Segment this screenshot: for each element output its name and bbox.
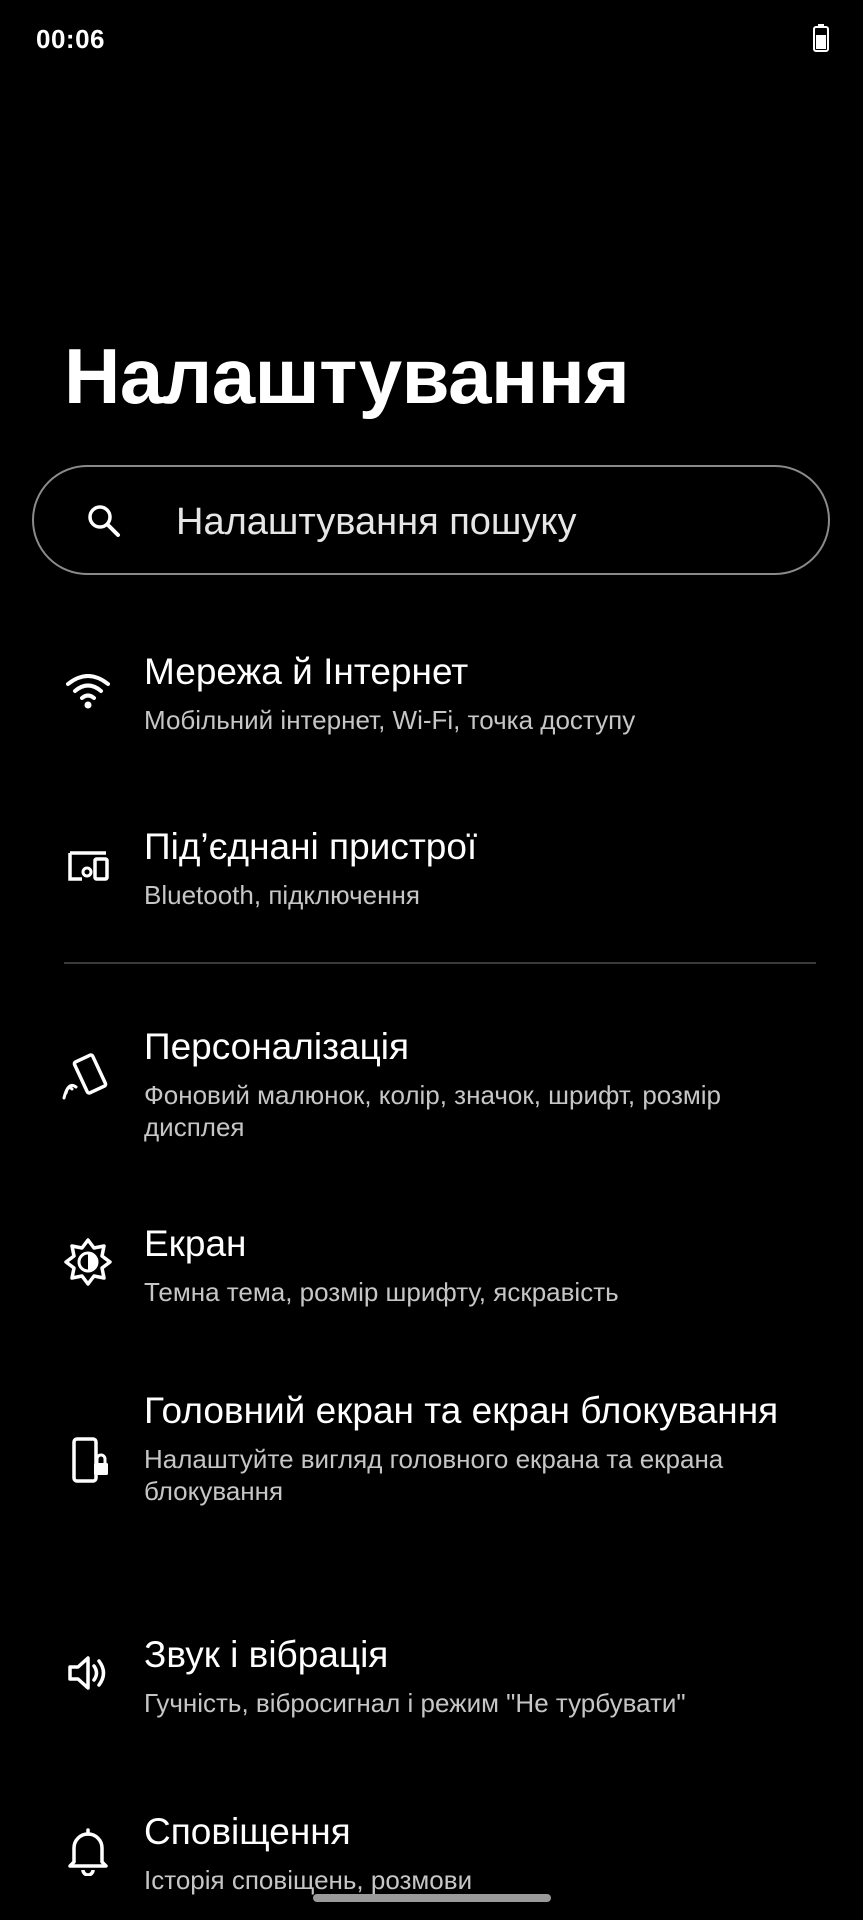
connected-devices-icon <box>68 851 109 881</box>
item-title: Звук і вібрація <box>144 1634 389 1675</box>
item-subtitle: Bluetooth, підключення <box>144 880 420 910</box>
status-bar: 00:06 <box>0 0 863 78</box>
gesture-nav-handle[interactable] <box>313 1894 551 1902</box>
item-subtitle: Історія сповіщень, розмови <box>144 1865 473 1895</box>
item-subtitle: Гучність, вібросигнал і режим "Не турбув… <box>144 1688 686 1718</box>
item-subtitle: Фоновий малюнок, колір, значок, шрифт, р… <box>144 1080 721 1142</box>
settings-item-display[interactable]: Екран Темна тема, розмір шрифту, яскраві… <box>0 1212 863 1312</box>
wifi-icon <box>66 674 110 709</box>
item-title: Сповіщення <box>144 1811 351 1852</box>
divider <box>64 962 816 964</box>
bell-icon <box>68 1828 108 1876</box>
settings-item-network[interactable]: Мережа й Інтернет Мобільний інтернет, Wi… <box>0 640 863 740</box>
settings-item-home-lock-screen[interactable]: Головний екран та екран блокування Налаш… <box>0 1379 863 1543</box>
settings-item-sound[interactable]: Звук і вібрація Гучність, вібросигнал і … <box>0 1623 863 1723</box>
search-bar[interactable]: Налаштування пошуку <box>32 465 830 575</box>
search-icon <box>88 505 120 537</box>
personalization-icon <box>62 1053 108 1100</box>
sound-icon <box>68 1656 106 1690</box>
item-title: Екран <box>144 1223 247 1264</box>
settings-item-personalization[interactable]: Персоналізація Фоновий малюнок, колір, з… <box>0 1015 863 1147</box>
page-title: Налаштування <box>64 332 630 420</box>
item-subtitle: Темна тема, розмір шрифту, яскравість <box>144 1277 619 1307</box>
lock-screen-icon <box>72 1437 108 1483</box>
item-subtitle: Налаштуйте вигляд головного екрана та ек… <box>144 1444 724 1506</box>
settings-item-notifications[interactable]: Сповіщення Історія сповіщень, розмови <box>0 1800 863 1900</box>
item-title: Головний екран та екран блокування <box>144 1390 779 1431</box>
display-brightness-icon <box>64 1238 112 1286</box>
search-placeholder: Налаштування пошуку <box>176 501 577 543</box>
battery-icon <box>813 24 829 52</box>
item-title: Мережа й Інтернет <box>144 651 469 692</box>
item-subtitle: Мобільний інтернет, Wi-Fi, точка доступу <box>144 705 636 735</box>
item-title: Під’єднані пристрої <box>144 826 478 867</box>
item-title: Персоналізація <box>144 1026 410 1067</box>
settings-item-connected-devices[interactable]: Під’єднані пристрої Bluetooth, підключен… <box>0 815 863 915</box>
status-time: 00:06 <box>36 24 105 54</box>
